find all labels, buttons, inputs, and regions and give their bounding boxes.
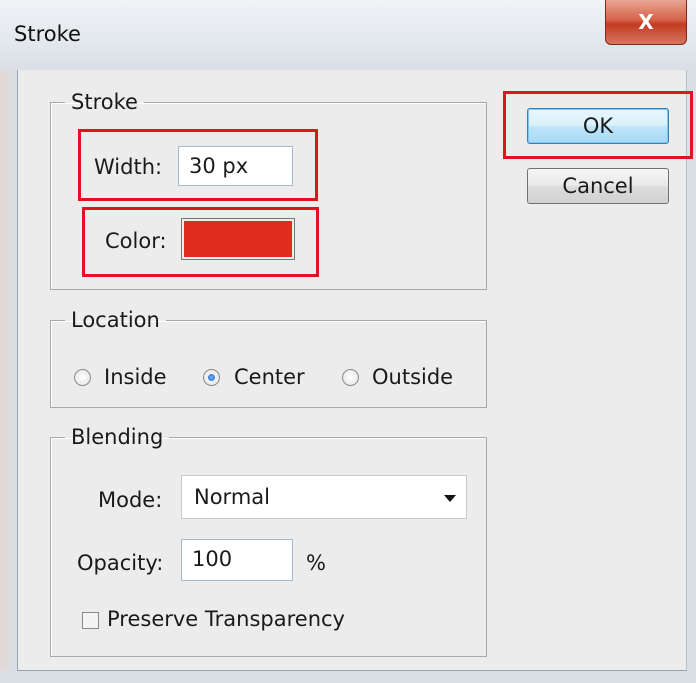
window-frame-left [0, 70, 17, 683]
ok-button[interactable]: OK [527, 108, 669, 144]
window-frame-bottom [0, 670, 696, 683]
close-button[interactable]: X [605, 0, 687, 45]
preserve-transparency-label: Preserve Transparency [107, 607, 345, 631]
radio-outside[interactable] [342, 369, 359, 386]
color-label: Color: [105, 229, 167, 253]
stroke-dialog-window: Stroke X Stroke Width: 30 px Color: Loca… [0, 0, 696, 683]
radio-center-label: Center [234, 365, 305, 389]
title-bar[interactable]: Stroke X [0, 0, 696, 70]
color-swatch[interactable] [181, 218, 295, 260]
mode-value: Normal [194, 485, 270, 509]
width-label: Width: [94, 155, 163, 179]
width-input[interactable]: 30 px [178, 146, 293, 186]
close-icon: X [638, 10, 654, 34]
mode-select[interactable]: Normal [181, 475, 467, 519]
window-title: Stroke [14, 22, 81, 46]
chevron-down-icon [444, 495, 456, 502]
radio-center[interactable] [203, 369, 220, 386]
opacity-unit: % [306, 551, 326, 575]
radio-inside[interactable] [74, 369, 91, 386]
stroke-group-legend: Stroke [71, 90, 138, 114]
location-group-legend: Location [71, 308, 160, 332]
cancel-button[interactable]: Cancel [527, 168, 669, 204]
radio-inside-label: Inside [104, 365, 167, 389]
location-group: Location [50, 308, 487, 408]
opacity-input[interactable]: 100 [181, 539, 293, 581]
mode-label: Mode: [98, 488, 163, 512]
opacity-label: Opacity: [77, 551, 164, 575]
blending-group-legend: Blending [71, 425, 164, 449]
preserve-transparency-checkbox[interactable] [82, 612, 99, 629]
radio-outside-label: Outside [372, 365, 454, 389]
